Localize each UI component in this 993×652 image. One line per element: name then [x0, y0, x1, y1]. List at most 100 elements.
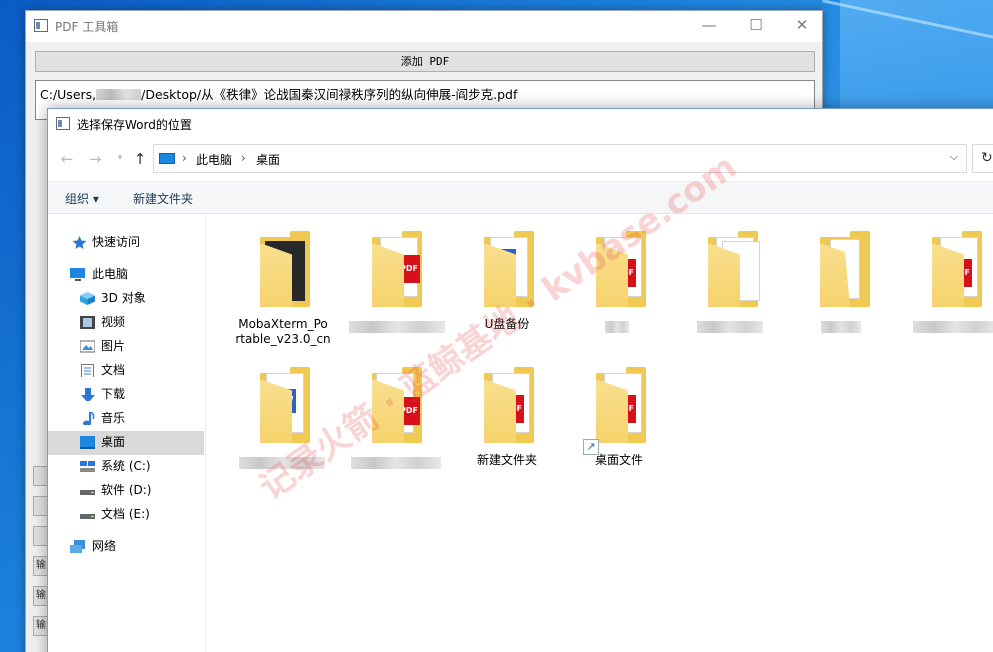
sidebar-item-label: 桌面 — [101, 435, 126, 449]
redacted-filename — [351, 457, 441, 469]
pdf-folder-icon: PDF — [484, 367, 534, 449]
dialog-title: 选择保存Word的位置 — [77, 118, 192, 132]
path-prefix: C:/Users, — [40, 87, 97, 102]
sidebar-item-desktop[interactable]: 桌面 — [48, 431, 204, 455]
dialog-titlebar: 选择保存Word的位置 — [48, 109, 993, 139]
drive-icon — [80, 490, 95, 495]
sidebar-item-label: 快速访问 — [92, 235, 141, 249]
sidebar-item-label: 视频 — [101, 315, 126, 329]
address-bar[interactable]: › 此电脑 › 桌面 ⌵ — [153, 144, 967, 173]
file-item[interactable]: PDF 新建文件夹 — [451, 357, 563, 481]
word-folder-icon: W — [260, 367, 310, 449]
file-list-pane: MobaXterm_Portable_v23.0_cn PDF W U盘备份 — [208, 215, 993, 652]
dialog-window-icon — [56, 117, 70, 130]
music-icon — [83, 412, 95, 425]
pdf-titlebar: PDF 工具箱 — ☐ ✕ — [26, 11, 822, 42]
pdf-folder-icon: PDF — [596, 367, 646, 449]
video-icon — [80, 316, 95, 329]
sidebar-item-quick-access[interactable]: 快速访问 — [48, 231, 204, 255]
redacted-filename — [239, 457, 325, 469]
file-item[interactable]: PDF — [339, 357, 451, 481]
desktop-icon — [80, 436, 95, 449]
file-label: U盘备份 — [484, 317, 530, 331]
sidebar-item-label: 网络 — [92, 539, 117, 553]
recent-locations-icon[interactable]: ▾ — [110, 153, 130, 163]
redacted-filename — [821, 321, 861, 333]
redacted-filename — [349, 321, 445, 333]
sidebar-item-label: 文档 (E:) — [101, 507, 150, 521]
system-drive-icon — [80, 461, 95, 472]
network-icon — [70, 540, 85, 553]
sidebar-item-label: 3D 对象 — [101, 291, 146, 305]
drive-icon — [80, 514, 95, 519]
redacted-filename — [913, 321, 993, 333]
cube-icon — [80, 292, 95, 305]
up-arrow-icon[interactable]: ↑ — [130, 150, 150, 168]
pdf-folder-icon: PDF — [372, 367, 422, 449]
computer-icon — [70, 268, 85, 281]
new-folder-button[interactable]: 新建文件夹 — [133, 190, 193, 207]
path-suffix: /Desktop/从《秩律》论战国秦汉间禄秩序列的纵向伸展-阎步克.pdf — [141, 87, 518, 102]
file-label: 新建文件夹 — [476, 453, 537, 467]
refresh-icon[interactable]: ↻ — [972, 144, 993, 173]
app-window-icon — [34, 19, 48, 32]
navigation-pane: 快速访问 此电脑 3D 对象 视频 图片 文档 下载 音乐 桌面 系统 (C:)… — [48, 215, 206, 652]
sidebar-item-pictures[interactable]: 图片 — [48, 335, 204, 359]
sidebar-item-drive-d[interactable]: 软件 (D:) — [48, 479, 204, 503]
pdf-folder-icon: PDF — [932, 231, 982, 313]
sidebar-item-label: 文档 — [101, 363, 126, 377]
save-location-dialog: 选择保存Word的位置 ← → ▾ ↑ › 此电脑 › 桌面 ⌵ ↻ 组织 ▾ … — [47, 108, 993, 652]
picture-icon — [80, 340, 95, 353]
file-item[interactable] — [675, 221, 787, 345]
file-item[interactable]: PDF — [563, 221, 675, 345]
sidebar-item-downloads[interactable]: 下载 — [48, 383, 204, 407]
sidebar-item-3d-objects[interactable]: 3D 对象 — [48, 287, 204, 311]
file-label: 桌面文件 — [594, 453, 643, 467]
sidebar-item-system-drive[interactable]: 系统 (C:) — [48, 455, 204, 479]
pdf-folder-icon: PDF — [596, 231, 646, 313]
breadcrumb-separator[interactable]: › — [241, 151, 246, 165]
sidebar-item-music[interactable]: 音乐 — [48, 407, 204, 431]
redacted-filename — [697, 321, 763, 333]
pdf-window-title: PDF 工具箱 — [55, 20, 119, 34]
breadcrumb-this-pc[interactable]: 此电脑 — [196, 151, 232, 168]
sidebar-item-label: 下载 — [101, 387, 126, 401]
add-pdf-button[interactable]: 添加 PDF — [35, 51, 815, 72]
open-folder-icon — [820, 231, 870, 313]
file-item[interactable]: PDF ↗ 桌面文件 — [563, 357, 675, 481]
sidebar-item-this-pc[interactable]: 此电脑 — [48, 263, 204, 287]
pdf-folder-icon: PDF — [372, 231, 422, 313]
documents-folder-icon — [708, 231, 760, 313]
dialog-toolbar: 组织 ▾ 新建文件夹 — [48, 181, 993, 214]
forward-arrow-icon[interactable]: → — [85, 150, 105, 168]
file-item[interactable]: W U盘备份 — [451, 221, 563, 345]
file-item[interactable]: W — [227, 357, 339, 481]
sidebar-item-documents[interactable]: 文档 — [48, 359, 204, 383]
organize-menu[interactable]: 组织 ▾ — [65, 190, 99, 207]
breadcrumb-desktop[interactable]: 桌面 — [256, 151, 280, 168]
navigation-row: ← → ▾ ↑ › 此电脑 › 桌面 ⌵ ↻ — [48, 144, 993, 174]
sidebar-item-label: 软件 (D:) — [101, 483, 152, 497]
close-button[interactable]: ✕ — [779, 11, 825, 42]
sidebar-item-videos[interactable]: 视频 — [48, 311, 204, 335]
sidebar-item-label: 系统 (C:) — [101, 459, 151, 473]
sidebar-item-label: 音乐 — [101, 411, 126, 425]
minimize-button[interactable]: — — [686, 11, 732, 42]
maximize-button[interactable]: ☐ — [733, 11, 779, 42]
document-icon — [81, 364, 94, 377]
address-dropdown-icon[interactable]: ⌵ — [950, 150, 958, 164]
back-arrow-icon[interactable]: ← — [57, 150, 77, 168]
sidebar-item-network[interactable]: 网络 — [48, 535, 204, 559]
star-icon — [72, 236, 87, 249]
redacted-filename — [605, 321, 629, 333]
breadcrumb-separator[interactable]: › — [182, 151, 187, 165]
sidebar-item-drive-e[interactable]: 文档 (E:) — [48, 503, 204, 527]
file-item[interactable]: PDF — [899, 221, 993, 345]
download-icon — [81, 388, 95, 401]
file-item[interactable] — [787, 221, 899, 345]
sidebar-item-label: 图片 — [101, 339, 126, 353]
computer-icon — [159, 153, 175, 164]
file-item[interactable]: MobaXterm_Po rtable_v23.0_cn — [227, 221, 339, 346]
file-item[interactable]: PDF — [339, 221, 451, 345]
sidebar-item-label: 此电脑 — [92, 267, 129, 281]
